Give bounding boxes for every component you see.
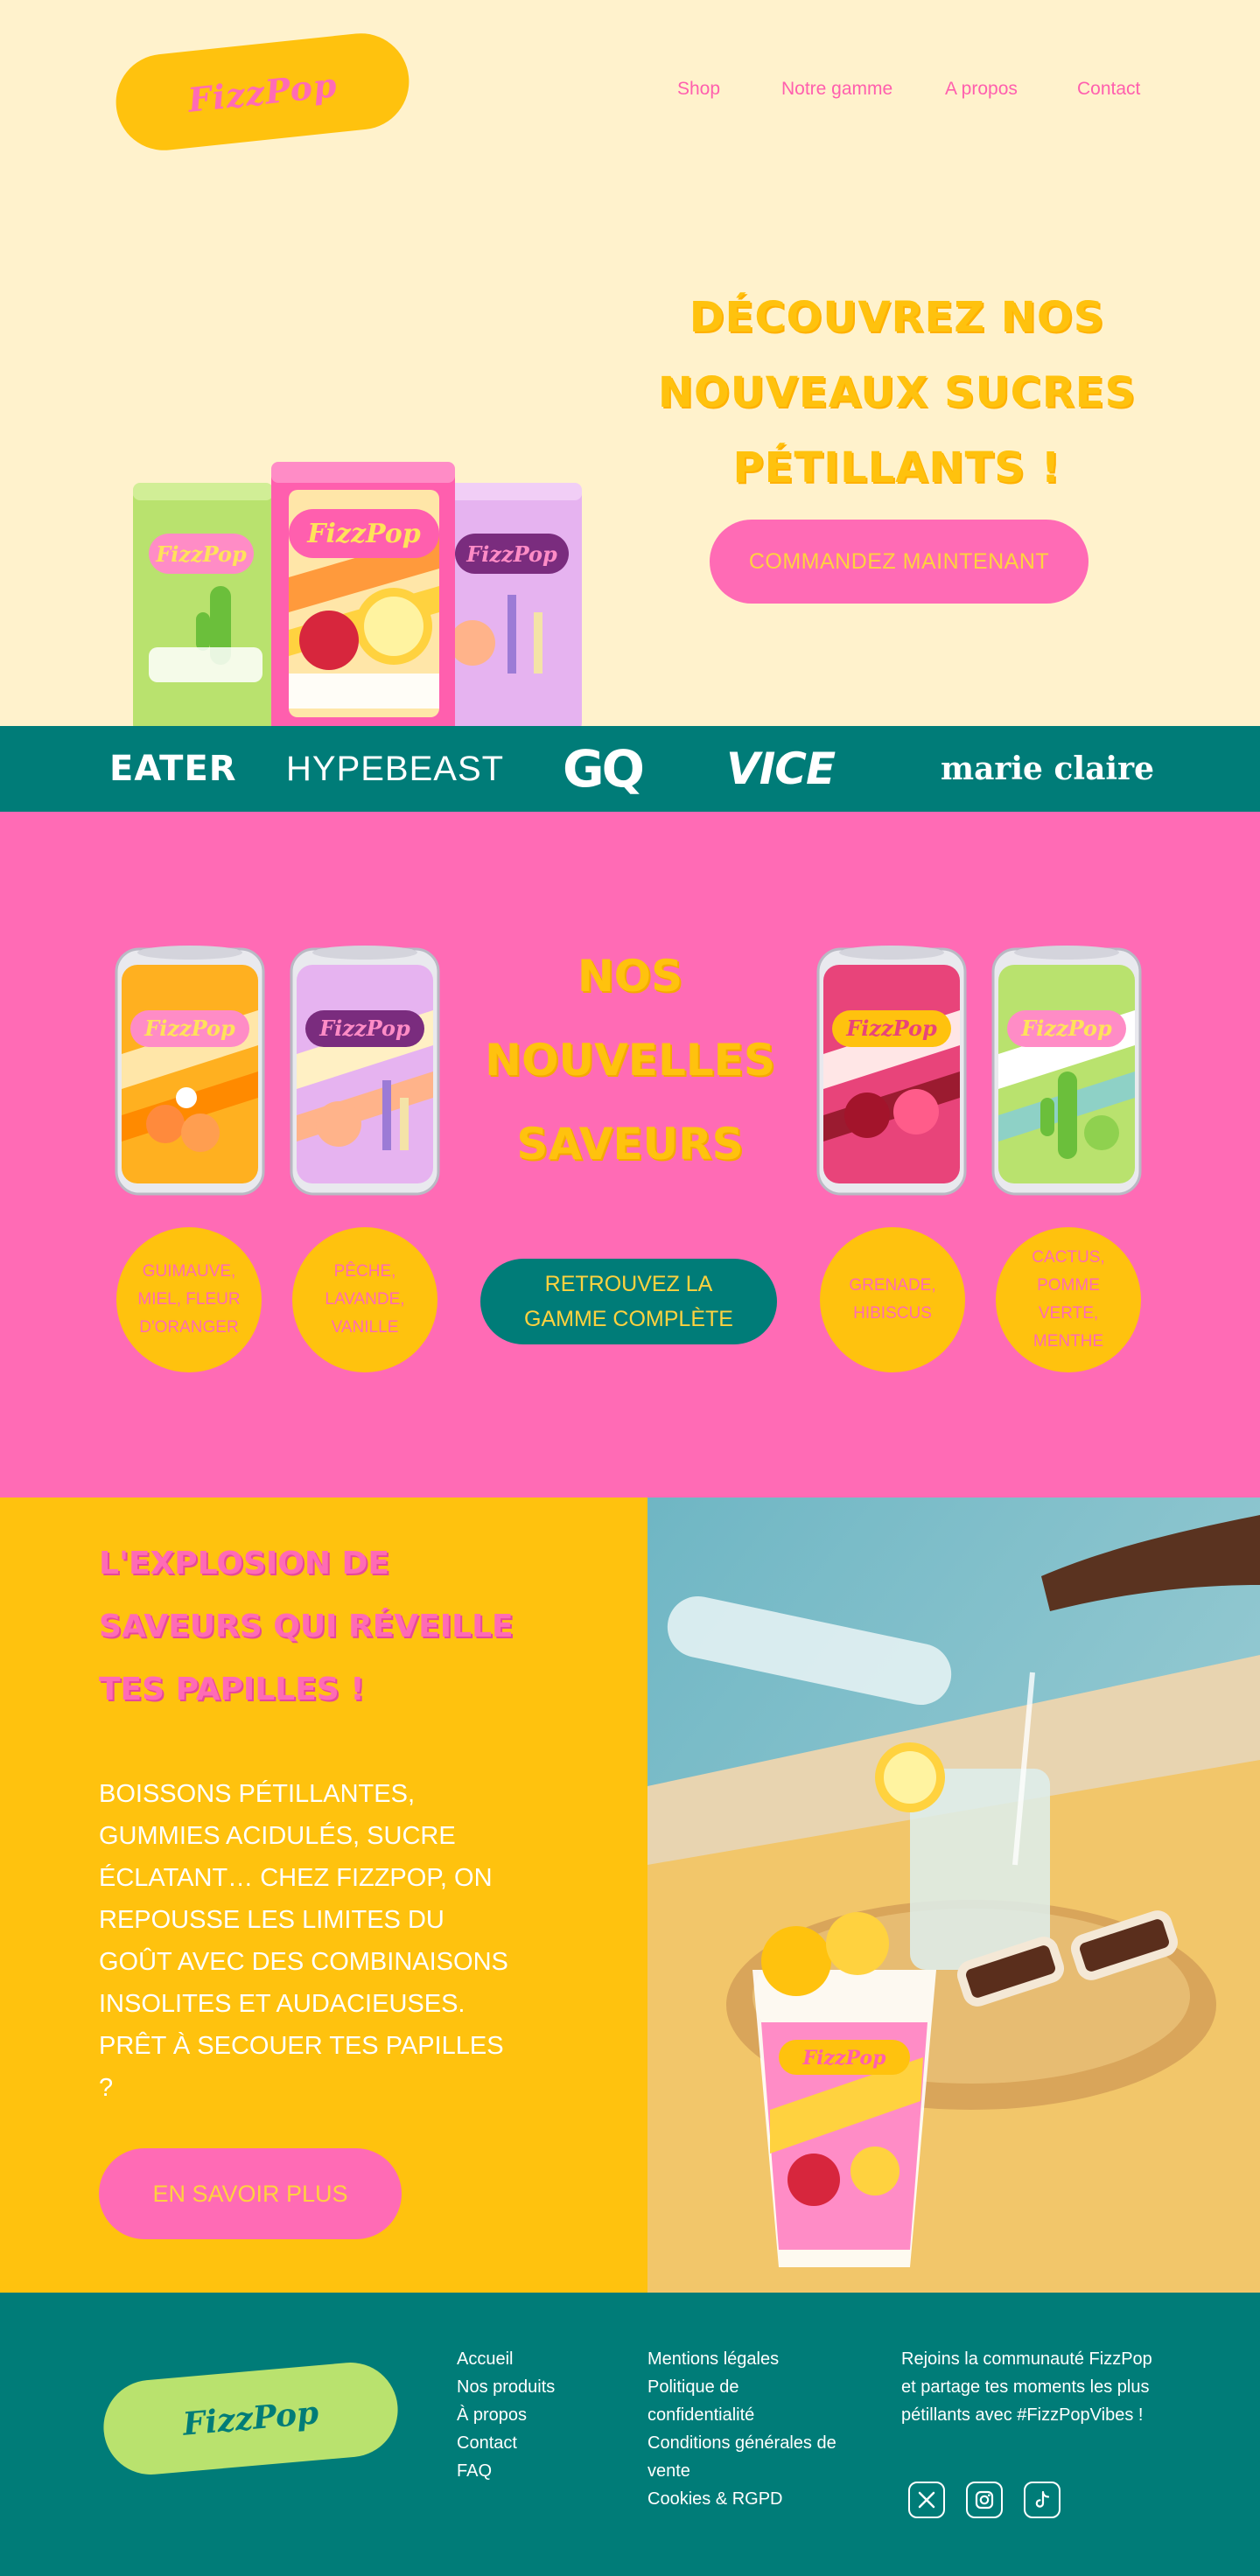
footer-brand-logo[interactable]: FizzPop <box>99 2358 402 2479</box>
site-footer: FizzPop Accueil Nos produits À propos Co… <box>0 2293 1260 2576</box>
learn-more-button[interactable]: EN SAVOIR PLUS <box>99 2148 402 2239</box>
flavours-section: FizzPop FizzPop FizzPop FizzPop NOS NOUV… <box>0 812 1260 1497</box>
press-logo-eater: EATER <box>109 749 237 789</box>
press-bar: EATER HYPEBEAST GQ VICE marie claire <box>0 726 1260 812</box>
footer-link-a-propos[interactable]: À propos <box>457 2401 614 2429</box>
instagram-icon[interactable] <box>966 2482 1003 2518</box>
flavours-title-line-1: NOS <box>577 951 683 1002</box>
footer-community: Rejoins la communauté FizzPop et partage… <box>901 2345 1155 2429</box>
svg-text:FizzPop: FizzPop <box>802 2047 887 2070</box>
main-nav: Shop Notre gamme A propos Contact <box>0 79 1260 105</box>
svg-text:FizzPop: FizzPop <box>845 1016 937 1041</box>
footer-link-confidentialite[interactable]: Politique de confidentialité <box>648 2373 849 2429</box>
hero-title-line-3: PÉTILLANTS ! <box>732 443 1061 492</box>
footer-link-faq[interactable]: FAQ <box>457 2457 614 2485</box>
explosion-title-line-1: L'EXPLOSION DE <box>99 1546 390 1581</box>
hero-title-line-2: NOUVEAUX SUCRES <box>657 368 1137 417</box>
flavour-badge-grenade[interactable]: GRENADE, HIBISCUS <box>820 1227 965 1372</box>
press-logo-hypebeast: HYPEBEAST <box>286 750 505 788</box>
x-icon[interactable] <box>908 2482 945 2518</box>
site-header: FizzPop Shop Notre gamme A propos Contac… <box>0 0 1260 175</box>
svg-text:FizzPop: FizzPop <box>318 1016 410 1041</box>
footer-link-accueil[interactable]: Accueil <box>457 2345 614 2373</box>
nav-shop[interactable]: Shop <box>677 79 720 100</box>
nav-notre-gamme[interactable]: Notre gamme <box>781 79 892 100</box>
tiktok-icon[interactable] <box>1024 2482 1060 2518</box>
press-logo-gq: GQ <box>563 739 645 799</box>
svg-text:FizzPop: FizzPop <box>306 519 421 549</box>
nav-a-propos[interactable]: A propos <box>945 79 1018 100</box>
footer-legal-links: Mentions légales Politique de confidenti… <box>648 2345 849 2513</box>
flavour-badge-peche[interactable]: PÊCHE, LAVANDE, VANILLE <box>292 1227 438 1372</box>
footer-link-contact[interactable]: Contact <box>457 2429 614 2457</box>
can-peche-illustration: FizzPop <box>290 946 440 1196</box>
full-range-button[interactable]: RETROUVEZ LA GAMME COMPLÈTE <box>480 1259 777 1344</box>
flavour-badge-label: GUIMAUVE, MIEL, FLEUR D'ORANGER <box>137 1262 241 1337</box>
footer-link-cookies[interactable]: Cookies & RGPD <box>648 2485 849 2513</box>
explosion-text-panel: L'EXPLOSION DE SAVEURS QUI RÉVEILLE TES … <box>0 1497 648 2293</box>
flavour-badge-label: CACTUS, POMME VERTE, MENTHE <box>1032 1248 1105 1351</box>
hero-title-line-1: DÉCOUVREZ NOS <box>689 293 1105 342</box>
footer-link-mentions-legales[interactable]: Mentions légales <box>648 2345 849 2373</box>
poolside-drink-photo: FizzPop <box>648 1497 1260 2293</box>
flavour-badge-guimauve[interactable]: GUIMAUVE, MIEL, FLEUR D'ORANGER <box>116 1227 262 1372</box>
can-grenade-illustration: FizzPop <box>816 946 967 1196</box>
hero-title: DÉCOUVREZ NOS NOUVEAUX SUCRES PÉTILLANTS… <box>648 280 1146 506</box>
flavours-title: NOS NOUVELLES SAVEURS <box>464 934 796 1186</box>
flavour-badge-cactus[interactable]: CACTUS, POMME VERTE, MENTHE <box>996 1227 1141 1372</box>
flavours-title-line-2: NOUVELLES <box>485 1035 775 1086</box>
svg-text:FizzPop: FizzPop <box>155 541 247 567</box>
press-logo-marie-claire: marie claire <box>941 750 1154 787</box>
explosion-text: BOISSONS PÉTILLANTES, GUMMIES ACIDULÉS, … <box>99 1780 508 2102</box>
social-links <box>908 2482 1060 2518</box>
footer-link-nos-produits[interactable]: Nos produits <box>457 2373 614 2401</box>
can-guimauve-illustration: FizzPop <box>115 946 265 1196</box>
explosion-title: L'EXPLOSION DE SAVEURS QUI RÉVEILLE TES … <box>99 1532 589 1721</box>
press-logo-vice: VICE <box>726 743 836 794</box>
explosion-title-line-2: SAVEURS QUI RÉVEILLE <box>99 1609 514 1644</box>
flavour-badge-label: PÊCHE, LAVANDE, VANILLE <box>325 1262 405 1337</box>
svg-text:FizzPop: FizzPop <box>144 1016 235 1041</box>
flavour-badge-label: GRENADE, HIBISCUS <box>849 1276 936 1323</box>
footer-brand-logo-text: FizzPop <box>181 2394 320 2443</box>
can-cactus-illustration: FizzPop <box>991 946 1142 1196</box>
nav-contact[interactable]: Contact <box>1077 79 1140 100</box>
hero-section: FizzPop FizzPop FizzPop DÉCOUVREZ NOS NO… <box>0 175 1260 763</box>
footer-nav-links: Accueil Nos produits À propos Contact FA… <box>457 2345 614 2485</box>
svg-text:FizzPop: FizzPop <box>466 541 557 567</box>
footer-community-text: Rejoins la communauté FizzPop et partage… <box>901 2349 1152 2425</box>
flavours-title-line-3: SAVEURS <box>516 1119 744 1169</box>
explosion-section: L'EXPLOSION DE SAVEURS QUI RÉVEILLE TES … <box>0 1497 1260 2293</box>
order-now-button[interactable]: COMMANDEZ MAINTENANT <box>710 520 1088 604</box>
svg-text:FizzPop: FizzPop <box>1020 1016 1112 1041</box>
explosion-title-line-3: TES PAPILLES ! <box>99 1672 365 1707</box>
footer-link-cgv[interactable]: Conditions générales de vente <box>648 2429 849 2485</box>
